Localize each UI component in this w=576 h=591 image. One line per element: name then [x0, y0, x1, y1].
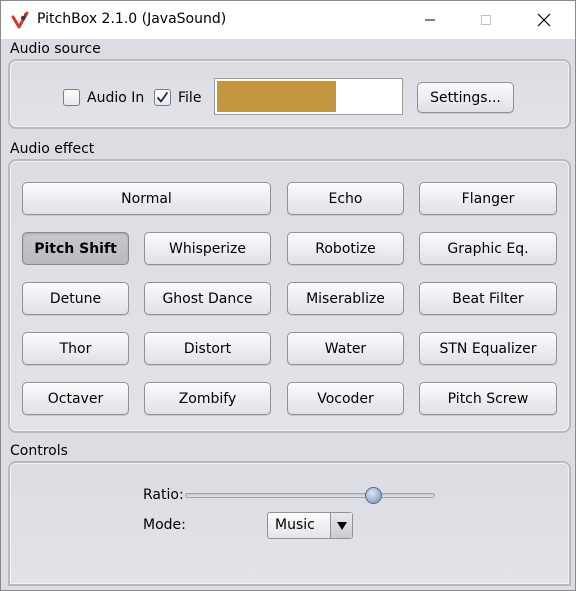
ratio-slider-track[interactable]: [185, 493, 435, 498]
audio-level-meter: [214, 78, 403, 115]
effect-button-water[interactable]: Water: [287, 332, 404, 365]
close-icon: [537, 13, 551, 27]
audio-source-label: Audio source: [10, 41, 101, 57]
effect-button-normal[interactable]: Normal: [22, 182, 271, 215]
maximize-icon: [481, 15, 491, 25]
chevron-down-icon: [336, 521, 347, 530]
app-window: PitchBox 2.1.0 (JavaSound) Audio source …: [0, 0, 576, 591]
file-checkbox[interactable]: File: [154, 89, 201, 106]
effect-button-miserablize[interactable]: Miserablize: [287, 282, 404, 315]
minimize-icon: [425, 19, 435, 21]
audio-effect-label: Audio effect: [10, 141, 95, 157]
effect-button-octaver[interactable]: Octaver: [22, 382, 129, 415]
effect-button-robotize[interactable]: Robotize: [287, 232, 404, 265]
effect-button-whisperize[interactable]: Whisperize: [144, 232, 271, 265]
effect-button-zombify[interactable]: Zombify: [144, 382, 271, 415]
effect-button-graphic-eq[interactable]: Graphic Eq.: [419, 232, 557, 265]
file-label: File: [178, 89, 202, 106]
file-checkbox-box[interactable]: [154, 89, 171, 106]
title-bar[interactable]: PitchBox 2.1.0 (JavaSound): [1, 1, 575, 39]
effect-button-stn-equalizer[interactable]: STN Equalizer: [419, 332, 557, 365]
effect-button-pitch-screw[interactable]: Pitch Screw: [419, 382, 557, 415]
effect-button-distort[interactable]: Distort: [144, 332, 271, 365]
minimize-button[interactable]: [407, 1, 453, 39]
effect-button-flanger[interactable]: Flanger: [419, 182, 557, 215]
audio-level-fill: [217, 81, 336, 112]
effect-button-echo[interactable]: Echo: [287, 182, 404, 215]
effect-button-detune[interactable]: Detune: [22, 282, 129, 315]
audio-in-label: Audio In: [87, 89, 145, 106]
controls-label: Controls: [10, 443, 68, 459]
close-button[interactable]: [521, 1, 567, 39]
effect-button-pitch-shift[interactable]: Pitch Shift: [22, 232, 129, 265]
checkmark-icon: [157, 92, 168, 103]
effect-button-thor[interactable]: Thor: [22, 332, 129, 365]
ratio-label: Ratio:: [143, 487, 184, 503]
mode-dropdown-value: Music: [275, 517, 315, 533]
dropdown-arrow-button[interactable]: [330, 513, 352, 538]
ratio-slider-thumb[interactable]: [365, 487, 382, 504]
audio-in-checkbox[interactable]: Audio In: [63, 89, 144, 106]
mode-dropdown[interactable]: Music: [267, 512, 353, 539]
window-title: PitchBox 2.1.0 (JavaSound): [37, 11, 227, 27]
effect-button-vocoder[interactable]: Vocoder: [287, 382, 404, 415]
pitchbox-app-icon: [11, 11, 29, 29]
effect-button-beat-filter[interactable]: Beat Filter: [419, 282, 557, 315]
maximize-button[interactable]: [463, 1, 509, 39]
effect-button-ghost-dance[interactable]: Ghost Dance: [144, 282, 271, 315]
settings-button[interactable]: Settings...: [417, 82, 514, 113]
mode-label: Mode:: [143, 517, 186, 533]
audio-in-checkbox-box[interactable]: [63, 89, 80, 106]
